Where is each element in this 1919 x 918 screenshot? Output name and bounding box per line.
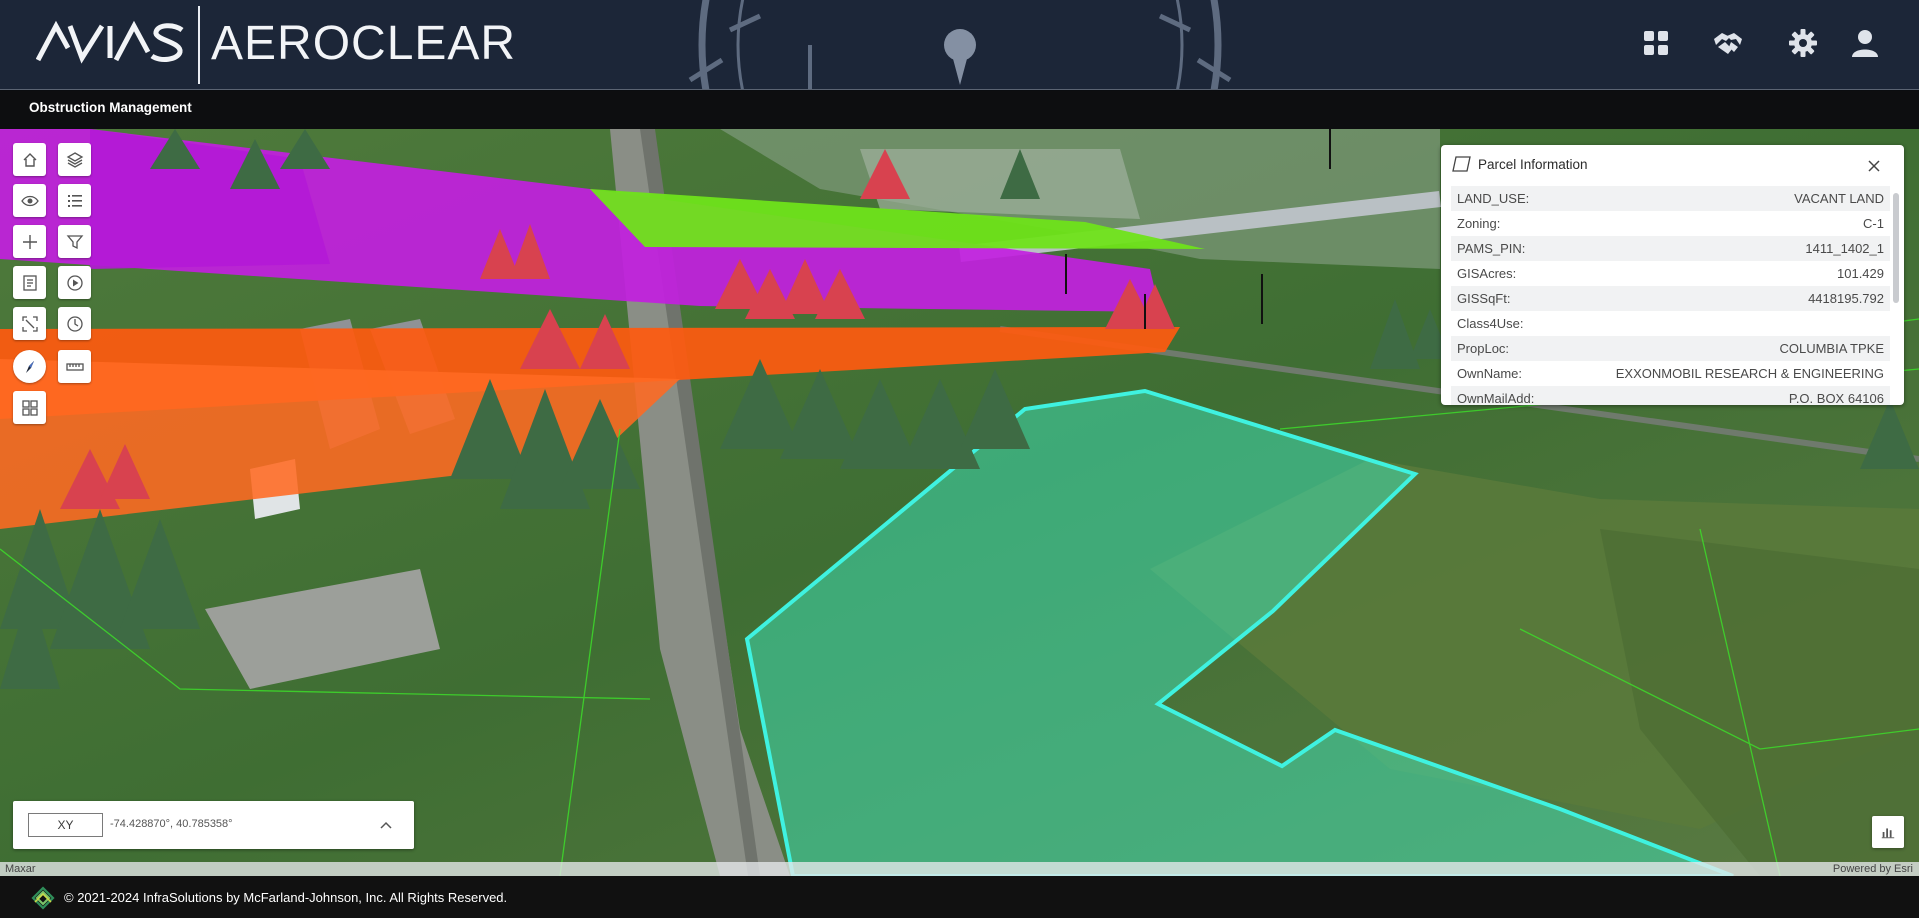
app-root: AEROCLEAR Obstruction Management Parcel … [0,0,1919,918]
attribute-value: P.O. BOX 64106 [1788,391,1884,405]
attribute-key: Class4Use: [1457,316,1524,331]
compass-button[interactable] [13,350,46,383]
attribute-key: PropLoc: [1457,341,1510,356]
attribute-row: OwnMailAdd: P.O. BOX 64106 [1451,386,1890,405]
user-icon[interactable] [1849,27,1881,59]
attribute-key: OwnName: [1457,366,1523,381]
add-point-button[interactable] [13,225,46,258]
attribute-value: COLUMBIA TPKE [1779,341,1884,356]
report-document-icon [22,274,37,291]
filter-button[interactable] [58,225,91,258]
close-icon[interactable] [1865,157,1883,175]
layers-button[interactable] [58,143,91,176]
chart-button[interactable] [1872,816,1904,848]
attribute-key: LAND_USE: [1457,191,1530,206]
imagery-attribution: Maxar [5,863,36,875]
report-button[interactable] [13,266,46,299]
attribute-row: Class4Use: [1451,311,1890,336]
fullscreen-button[interactable] [13,307,46,340]
compass-icon [25,360,34,373]
parcel-info-title: Parcel Information [1478,157,1588,172]
product-name: AEROCLEAR [211,17,517,70]
powered-by-attribution[interactable]: Powered by Esri [1833,863,1913,875]
attribute-key: GISAcres: [1457,266,1517,281]
attribute-value: C-1 [1863,216,1884,231]
attribute-value: 101.429 [1837,266,1884,281]
panel-scrollbar[interactable] [1893,193,1899,303]
layers-icon [66,151,83,168]
map-attribution: Maxar Powered by Esri [0,862,1919,876]
attribute-row: PropLoc: COLUMBIA TPKE [1451,336,1890,361]
attribute-row: GISAcres: 101.429 [1451,261,1890,286]
copyright-text: © 2021-2024 InfraSolutions by McFarland-… [64,890,508,905]
module-bar: Obstruction Management [0,91,1919,129]
legend-button[interactable] [58,184,91,217]
attribute-key: PAMS_PIN: [1457,241,1526,256]
coordinate-widget: XY -74.428870°, 40.785358° [13,801,414,849]
attribute-row: OwnName: EXXONMOBIL RESEARCH & ENGINEERIN… [1451,361,1890,386]
parcel-info-header: Parcel Information [1441,145,1904,185]
logo-divider [198,6,200,84]
attribute-value: 1411_1402_1 [1805,241,1884,256]
attribute-key: GISSqFt: [1457,291,1511,306]
parcel-info-panel: Parcel Information LAND_USE: VACANT LAND … [1441,145,1904,405]
visibility-icon [20,195,39,206]
parcel-attributes: LAND_USE: VACANT LAND Zoning: C-1 PAMS_PIN… [1451,186,1890,405]
attribute-value: EXXONMOBIL RESEARCH & ENGINEERING [1615,366,1884,381]
clock-icon [66,315,83,332]
attribute-key: Zoning: [1457,216,1501,231]
parcel-map-icon [1452,156,1471,172]
gear-icon[interactable] [1787,27,1819,59]
attribute-row: PAMS_PIN: 1411_1402_1 [1451,236,1890,261]
chevron-up-icon[interactable] [377,816,395,834]
legend-list-icon [67,194,82,207]
avias-logo [36,20,184,64]
attribute-row: GISSqFt: 4418195.792 [1451,286,1890,311]
bar-chart-icon [1881,828,1895,839]
attribute-row: Zoning: C-1 [1451,211,1890,236]
apps-grid-icon[interactable] [1640,27,1672,59]
filter-icon [66,234,83,249]
attribute-value: VACANT LAND [1794,191,1884,206]
home-button[interactable] [13,143,46,176]
measure-button[interactable] [58,350,91,383]
measure-icon [65,362,84,371]
basemap-gallery-icon [21,399,38,416]
attribute-value: 4418195.792 [1808,291,1884,306]
handshake-icon[interactable] [1712,27,1744,59]
play-button[interactable] [58,266,91,299]
attribute-key: OwnMailAdd: [1457,391,1535,405]
infrasolutions-logo [31,886,55,910]
crosshair-icon [22,234,37,249]
compass-rose-decoration [688,0,1232,89]
app-header: AEROCLEAR [0,0,1919,90]
attribute-row: LAND_USE: VACANT LAND [1451,186,1890,211]
time-slider-button[interactable] [58,307,91,340]
fullscreen-icon [21,315,38,332]
coordinate-readout: -74.428870°, 40.785358° [110,818,233,830]
coordinate-format-select[interactable]: XY [28,813,103,837]
app-footer: © 2021-2024 InfraSolutions by McFarland-… [0,876,1919,918]
visibility-button[interactable] [13,184,46,217]
module-title: Obstruction Management [29,100,192,115]
play-icon [66,274,83,291]
home-icon [23,152,36,167]
basemap-gallery-button[interactable] [13,391,46,424]
